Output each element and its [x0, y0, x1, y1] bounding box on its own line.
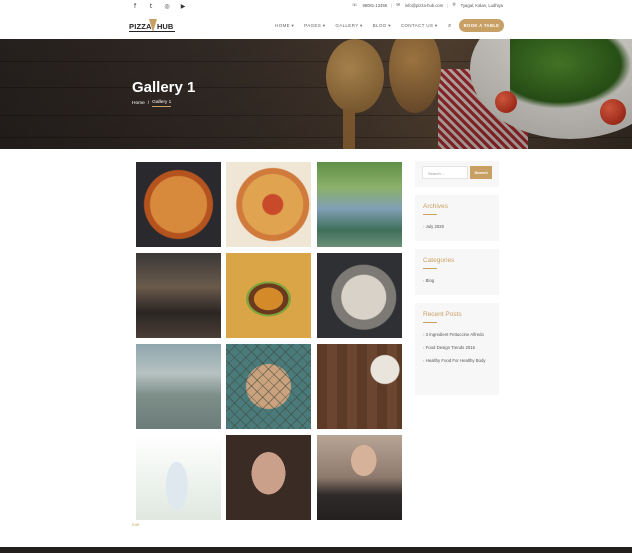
book-table-button[interactable]: BOOK A TABLE: [459, 19, 504, 32]
gallery-image-child-fence[interactable]: [226, 344, 311, 429]
recent-post-link[interactable]: Healthy Food For Healthy Body: [423, 356, 491, 365]
email-icon: ✉: [396, 3, 400, 8]
edit-link[interactable]: Edit: [132, 522, 139, 527]
main-navbar: PIZZA HUB HOME ▾ PAGES ▾ GALLERY ▾ BLOG …: [0, 13, 632, 39]
title-underline: [423, 268, 437, 269]
page-hero-banner: Gallery 1 Home / Gallery 1: [0, 39, 632, 149]
recent-posts-title: Recent Posts: [423, 311, 462, 318]
gallery-image-burger[interactable]: [226, 253, 311, 338]
categories-widget: Categories Blog: [415, 249, 499, 295]
gallery-image-man-glasses[interactable]: [317, 435, 402, 520]
location-icon: ⚲: [452, 3, 456, 8]
twitter-icon[interactable]: t: [147, 2, 155, 10]
recent-post-link[interactable]: Food Design Trends 2016: [423, 343, 491, 352]
logo-text-right: HUB: [157, 22, 174, 31]
archives-widget: Archives July 2020: [415, 195, 499, 241]
site-logo[interactable]: PIZZA HUB: [129, 18, 175, 34]
gallery-image-wood-plate[interactable]: [317, 344, 402, 429]
search-input[interactable]: Search ...: [422, 166, 469, 179]
archives-title: Archives: [423, 203, 448, 210]
menu-item-blog[interactable]: BLOG ▾: [373, 23, 391, 29]
address: Tyagal, Kalan, Ludhiya: [460, 3, 503, 8]
menu-item-home[interactable]: HOME ▾: [275, 23, 294, 29]
search-icon[interactable]: ⌕: [448, 22, 451, 30]
main-menu: HOME ▾ PAGES ▾ GALLERY ▾ BLOG ▾ CONTACT …: [275, 23, 437, 29]
email-address[interactable]: info@pizza-hub.com: [405, 3, 443, 8]
page-title: Gallery 1: [132, 79, 196, 96]
menu-item-contact[interactable]: CONTACT US ▾: [401, 23, 438, 29]
social-links: f t ◎ ▶: [131, 2, 187, 10]
breadcrumb-separator: /: [147, 101, 150, 106]
menu-item-pages[interactable]: PAGES ▾: [304, 23, 325, 29]
divider: |: [391, 3, 393, 8]
contact-info: ☏ 98081-13456 | ✉ info@pizza-hub.com | ⚲…: [352, 3, 503, 8]
breadcrumb-home[interactable]: Home: [132, 101, 145, 106]
logo-underline: [129, 31, 175, 32]
category-link[interactable]: Blog: [423, 276, 491, 285]
menu-item-gallery[interactable]: GALLERY ▾: [335, 23, 362, 29]
sidebar: Search ... Search Archives July 2020 Cat…: [415, 161, 499, 403]
title-underline: [423, 322, 437, 323]
gallery-grid: [136, 162, 402, 520]
phone-icon: ☏: [351, 3, 358, 8]
youtube-icon[interactable]: ▶: [179, 2, 187, 10]
gallery-image-oysters[interactable]: [317, 253, 402, 338]
gallery-image-girl-beach[interactable]: [136, 344, 221, 429]
recent-posts-widget: Recent Posts 3 Ingredient Fettuccine Alf…: [415, 303, 499, 395]
gallery-image-man-shirt[interactable]: [136, 435, 221, 520]
phone-number[interactable]: 98081-13456: [362, 3, 387, 8]
instagram-icon[interactable]: ◎: [163, 2, 171, 10]
top-bar: f t ◎ ▶ ☏ 98081-13456 | ✉ info@pizza-hub…: [0, 0, 632, 12]
title-underline: [423, 214, 437, 215]
footer-strip: [0, 547, 632, 553]
breadcrumb-current: Gallery 1: [152, 100, 172, 107]
gallery-image-bearded-man[interactable]: [226, 435, 311, 520]
search-button[interactable]: Search: [470, 166, 492, 179]
gallery-image-cafe-table[interactable]: [317, 162, 402, 247]
divider: |: [447, 3, 449, 8]
gallery-image-barista[interactable]: [136, 253, 221, 338]
gallery-image-pizza[interactable]: [136, 162, 221, 247]
recent-post-link[interactable]: 3 Ingredient Fettuccine Alfredo: [423, 330, 491, 339]
search-widget: Search ... Search: [415, 161, 499, 187]
hero-overlay: [0, 39, 632, 149]
facebook-icon[interactable]: f: [131, 2, 139, 10]
categories-title: Categories: [423, 257, 455, 264]
archive-link[interactable]: July 2020: [423, 222, 491, 231]
gallery-image-flatbread[interactable]: [226, 162, 311, 247]
breadcrumb: Home / Gallery 1: [132, 100, 172, 107]
